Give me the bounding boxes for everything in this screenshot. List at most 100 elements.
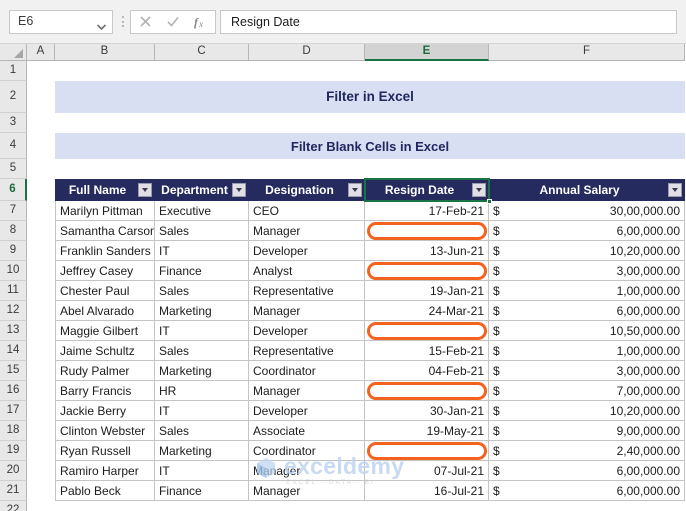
- filter-dropdown-icon[interactable]: [232, 183, 246, 197]
- row-header-9[interactable]: 9: [0, 241, 27, 261]
- cell-department[interactable]: Sales: [155, 221, 249, 241]
- cell-designation[interactable]: Representative: [249, 281, 365, 301]
- cell-department[interactable]: IT: [155, 241, 249, 261]
- filter-dropdown-icon[interactable]: [472, 183, 486, 197]
- cell-a19[interactable]: [27, 441, 55, 461]
- cell-annual-salary[interactable]: $6,00,000.00: [489, 481, 685, 501]
- row-header-5[interactable]: 5: [0, 159, 27, 179]
- cell-a7[interactable]: [27, 201, 55, 221]
- cell-designation[interactable]: Coordinator: [249, 441, 365, 461]
- cell-a5[interactable]: [27, 159, 55, 179]
- cell-a8[interactable]: [27, 221, 55, 241]
- cell-f1[interactable]: [489, 61, 685, 81]
- column-title-department[interactable]: Department: [155, 179, 249, 201]
- cell-full-name[interactable]: Maggie Gilbert: [55, 321, 155, 341]
- cell-designation[interactable]: Developer: [249, 401, 365, 421]
- cell-a13[interactable]: [27, 321, 55, 341]
- row-header-14[interactable]: 14: [0, 341, 27, 361]
- column-header-c[interactable]: C: [155, 44, 249, 61]
- cell-c1[interactable]: [155, 61, 249, 81]
- cell-full-name[interactable]: Samantha Carson: [55, 221, 155, 241]
- cell-full-name[interactable]: Chester Paul: [55, 281, 155, 301]
- cell-designation[interactable]: Manager: [249, 461, 365, 481]
- cell-resign-date[interactable]: 07-Jul-21: [365, 461, 489, 481]
- cell-department[interactable]: Marketing: [155, 441, 249, 461]
- cell-resign-date[interactable]: 15-Feb-21: [365, 341, 489, 361]
- cell-department[interactable]: HR: [155, 381, 249, 401]
- cell-full-name[interactable]: Marilyn Pittman: [55, 201, 155, 221]
- column-header-b[interactable]: B: [55, 44, 155, 61]
- cell-full-name[interactable]: Abel Alvarado: [55, 301, 155, 321]
- cell-department[interactable]: Sales: [155, 281, 249, 301]
- cell-a20[interactable]: [27, 461, 55, 481]
- cell-a22[interactable]: [27, 501, 55, 511]
- cell-a21[interactable]: [27, 481, 55, 501]
- cell-resign-date[interactable]: [365, 261, 489, 281]
- cell-annual-salary[interactable]: $3,00,000.00: [489, 261, 685, 281]
- cell-department[interactable]: Marketing: [155, 301, 249, 321]
- column-header-a[interactable]: A: [27, 44, 55, 61]
- cell-designation[interactable]: Developer: [249, 321, 365, 341]
- cell-resign-date[interactable]: [365, 321, 489, 341]
- column-header-f[interactable]: F: [489, 44, 685, 61]
- cell-resign-date[interactable]: [365, 221, 489, 241]
- cell-department[interactable]: Finance: [155, 481, 249, 501]
- cell-a6[interactable]: [27, 179, 55, 201]
- cell-annual-salary[interactable]: $6,00,000.00: [489, 301, 685, 321]
- row-header-11[interactable]: 11: [0, 281, 27, 301]
- cell-full-name[interactable]: Jaime Schultz: [55, 341, 155, 361]
- cell-department[interactable]: Finance: [155, 261, 249, 281]
- cell-resign-date[interactable]: [365, 381, 489, 401]
- cell-designation[interactable]: Manager: [249, 221, 365, 241]
- row-header-7[interactable]: 7: [0, 201, 27, 221]
- filter-dropdown-icon[interactable]: [668, 183, 682, 197]
- cell-annual-salary[interactable]: $1,00,000.00: [489, 281, 685, 301]
- cell-resign-date[interactable]: 13-Jun-21: [365, 241, 489, 261]
- cell-a3[interactable]: [27, 113, 55, 133]
- cell-a12[interactable]: [27, 301, 55, 321]
- cell-designation[interactable]: Coordinator: [249, 361, 365, 381]
- cell-resign-date[interactable]: 30-Jan-21: [365, 401, 489, 421]
- row-header-19[interactable]: 19: [0, 441, 27, 461]
- cell-resign-date[interactable]: 17-Feb-21: [365, 201, 489, 221]
- cell-annual-salary[interactable]: $10,50,000.00: [489, 321, 685, 341]
- row-header-22[interactable]: 22: [0, 501, 27, 511]
- cell-a1[interactable]: [27, 61, 55, 81]
- column-title-annual-salary[interactable]: Annual Salary: [489, 179, 685, 201]
- cell-department[interactable]: IT: [155, 321, 249, 341]
- cell-a10[interactable]: [27, 261, 55, 281]
- row-header-6[interactable]: 6: [0, 179, 27, 201]
- cell-annual-salary[interactable]: $7,00,000.00: [489, 381, 685, 401]
- row-header-3[interactable]: 3: [0, 113, 27, 133]
- cell-department[interactable]: IT: [155, 461, 249, 481]
- row-header-17[interactable]: 17: [0, 401, 27, 421]
- row-header-15[interactable]: 15: [0, 361, 27, 381]
- cell-a14[interactable]: [27, 341, 55, 361]
- name-box[interactable]: E6: [9, 9, 113, 34]
- formula-input[interactable]: Resign Date: [220, 9, 677, 34]
- cell-department[interactable]: Executive: [155, 201, 249, 221]
- cell-annual-salary[interactable]: $9,00,000.00: [489, 421, 685, 441]
- cell-b3[interactable]: [55, 113, 685, 133]
- cell-resign-date[interactable]: 16-Jul-21: [365, 481, 489, 501]
- cell-d1[interactable]: [249, 61, 365, 81]
- cell-designation[interactable]: Associate: [249, 421, 365, 441]
- cell-a2[interactable]: [27, 81, 55, 113]
- chevron-down-icon[interactable]: [96, 19, 107, 30]
- cell-resign-date[interactable]: 24-Mar-21: [365, 301, 489, 321]
- cell-resign-date[interactable]: 04-Feb-21: [365, 361, 489, 381]
- cell-designation[interactable]: Analyst: [249, 261, 365, 281]
- row-header-13[interactable]: 13: [0, 321, 27, 341]
- cell-department[interactable]: IT: [155, 401, 249, 421]
- cell-full-name[interactable]: Rudy Palmer: [55, 361, 155, 381]
- row-header-20[interactable]: 20: [0, 461, 27, 481]
- cell-designation[interactable]: Developer: [249, 241, 365, 261]
- row-header-12[interactable]: 12: [0, 301, 27, 321]
- cell-a11[interactable]: [27, 281, 55, 301]
- cell-b1[interactable]: [55, 61, 155, 81]
- cell-a18[interactable]: [27, 421, 55, 441]
- cell-full-name[interactable]: Ryan Russell: [55, 441, 155, 461]
- row-header-21[interactable]: 21: [0, 481, 27, 501]
- filter-dropdown-icon[interactable]: [348, 183, 362, 197]
- select-all-corner[interactable]: [0, 44, 27, 61]
